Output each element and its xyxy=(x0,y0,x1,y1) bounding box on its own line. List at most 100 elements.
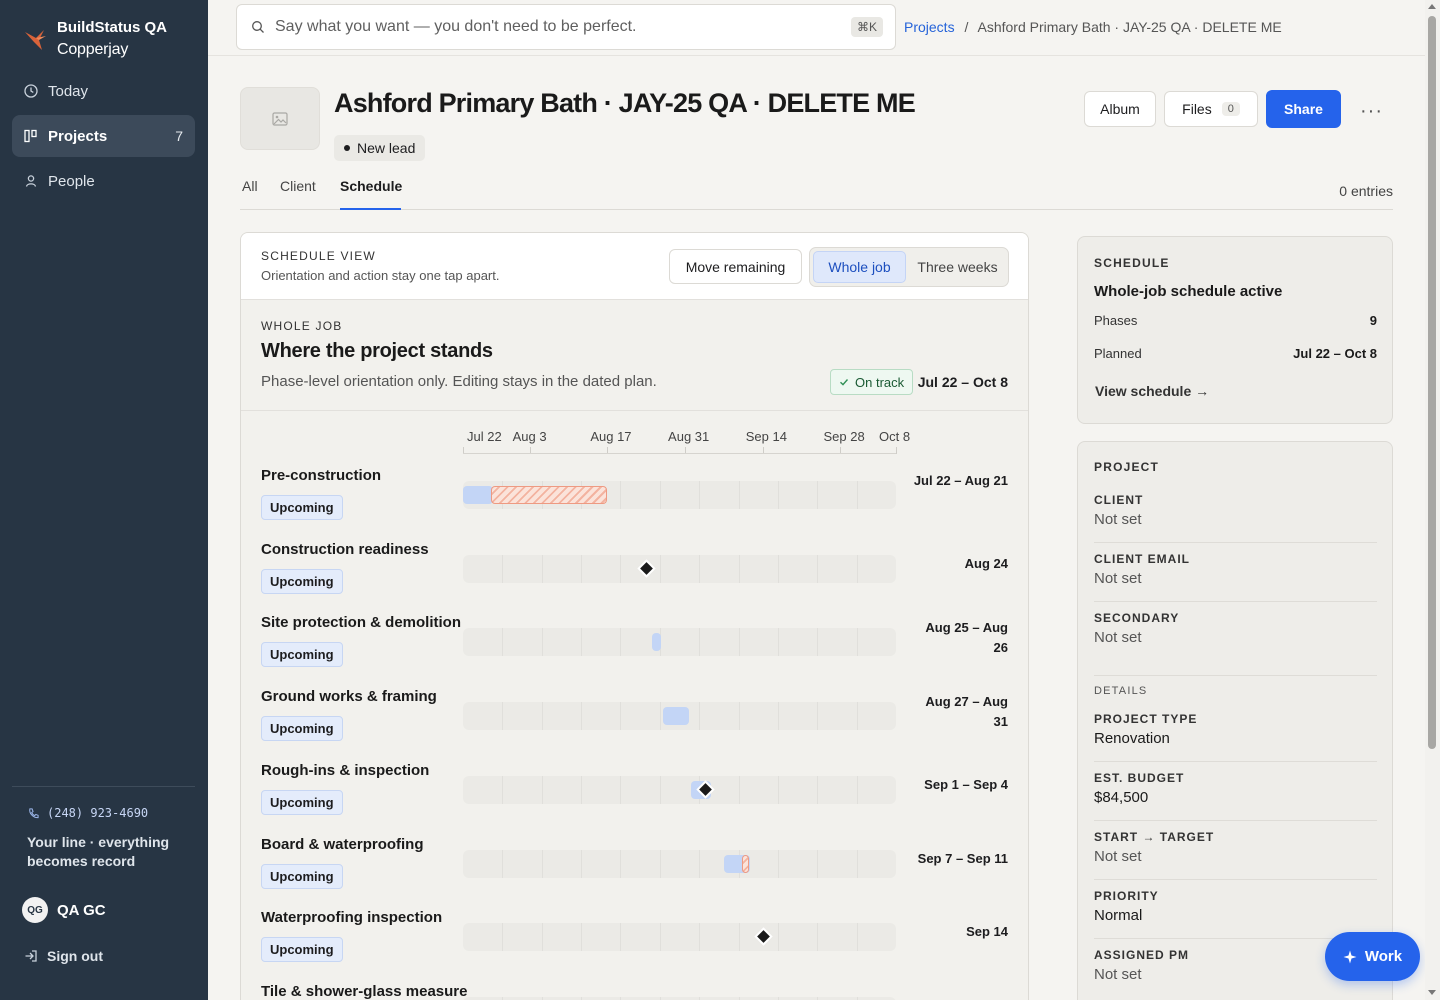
gantt-gridline xyxy=(541,554,543,583)
phase-name: Board & waterproofing xyxy=(261,835,424,853)
phase-date-range: Aug 27 – Aug 31 xyxy=(925,694,1008,730)
sidebar: BuildStatus QA Copperjay Today Projects … xyxy=(0,0,208,1000)
gantt-gridline xyxy=(620,923,622,952)
gantt-axis-line xyxy=(463,453,896,454)
sidebar-item-people[interactable]: People xyxy=(12,160,195,202)
gantt-gridline xyxy=(856,923,858,952)
sign-out-button[interactable]: Sign out xyxy=(24,948,103,964)
field-value: Not set xyxy=(1094,570,1142,587)
tab-client[interactable]: Client xyxy=(280,178,316,210)
gantt-gridline xyxy=(581,849,583,878)
gantt-tick-label: Oct 8 xyxy=(879,429,911,444)
schedule-view-subtitle: Orientation and action stay one tap apar… xyxy=(261,268,500,283)
sign-out-icon xyxy=(25,950,37,962)
phase-date-range: Aug 24 xyxy=(964,555,1008,571)
person-icon xyxy=(25,175,37,187)
milestone-diamond-icon[interactable] xyxy=(640,561,654,575)
budget-field[interactable]: EST. BUDGET $84,500 xyxy=(1094,771,1377,806)
field-label: START → TARGET xyxy=(1094,830,1215,844)
breadcrumb: Projects / Ashford Primary Bath · JAY-25… xyxy=(904,19,1282,35)
breadcrumb-projects-link[interactable]: Projects xyxy=(904,19,955,35)
gantt-bar-overdue[interactable] xyxy=(491,486,608,504)
gantt-gridline xyxy=(699,702,701,731)
phase-name: Ground works & framing xyxy=(261,688,437,706)
schedule-panel-eyebrow: SCHEDULE xyxy=(1094,256,1170,270)
field-divider xyxy=(1094,761,1377,762)
status-badge[interactable]: New lead xyxy=(334,135,426,161)
gantt-gridline xyxy=(738,775,740,804)
project-type-field[interactable]: PROJECT TYPE Renovation xyxy=(1094,712,1377,747)
three-weeks-mode-button[interactable]: Three weeks xyxy=(910,251,1005,283)
gantt-bar[interactable] xyxy=(651,633,661,652)
user-name: QA GC xyxy=(57,901,106,919)
phase-date-range: Sep 14 xyxy=(966,924,1008,940)
more-options-icon[interactable]: ··· xyxy=(1360,100,1383,123)
user-account[interactable]: QG QA GC xyxy=(22,897,106,923)
secondary-field[interactable]: SECONDARY Not set xyxy=(1094,611,1377,646)
client-email-field[interactable]: CLIENT EMAIL Not set xyxy=(1094,552,1377,587)
clock-icon xyxy=(24,84,38,98)
gantt-tick-label: Aug 3 xyxy=(512,429,547,444)
gantt-gridline xyxy=(659,554,661,583)
field-label: CLIENT EMAIL xyxy=(1094,552,1190,566)
gantt-gridline xyxy=(777,628,779,657)
on-track-label: On track xyxy=(855,374,905,390)
shortcut-hint: ⌘K xyxy=(850,17,883,37)
view-schedule-link[interactable]: View schedule → xyxy=(1095,383,1209,399)
work-label: Work xyxy=(1364,948,1403,965)
field-divider xyxy=(1094,601,1377,602)
gantt-track xyxy=(463,702,896,731)
project-tabs: All Client Schedule 0 entries xyxy=(240,178,1393,210)
tab-all[interactable]: All xyxy=(242,178,258,210)
milestone-diamond-icon[interactable] xyxy=(756,930,770,944)
gantt-gridline xyxy=(817,628,819,657)
gantt-bar-overdue[interactable] xyxy=(741,854,749,873)
gantt-gridline xyxy=(659,702,661,731)
phone-line[interactable]: (248) 923-4690 xyxy=(28,806,148,820)
field-value: Normal xyxy=(1094,907,1143,924)
gantt-gridline xyxy=(738,554,740,583)
scroll-thumb[interactable] xyxy=(1428,16,1436,749)
work-assistant-button[interactable]: Work xyxy=(1325,932,1420,981)
brand[interactable]: BuildStatus QA Copperjay xyxy=(22,16,167,58)
scrollbar[interactable] xyxy=(1425,0,1440,1000)
gantt-gridline xyxy=(581,923,583,952)
gantt-gridline xyxy=(777,702,779,731)
share-button[interactable]: Share xyxy=(1266,90,1341,128)
schedule-card: SCHEDULE VIEW Orientation and action sta… xyxy=(240,232,1029,1000)
status-label: New lead xyxy=(357,140,416,156)
album-button[interactable]: Album xyxy=(1084,91,1156,127)
command-search-input[interactable]: Say what you want — you don't need to be… xyxy=(236,4,896,50)
project-thumbnail[interactable] xyxy=(240,87,320,150)
gantt-gridline xyxy=(502,849,504,878)
gantt-gridline xyxy=(738,702,740,731)
tab-schedule[interactable]: Schedule xyxy=(340,178,402,210)
gantt-bar[interactable] xyxy=(662,707,689,726)
image-placeholder-icon xyxy=(272,111,288,126)
field-value: Renovation xyxy=(1094,730,1170,747)
client-field[interactable]: CLIENT Not set xyxy=(1094,493,1377,528)
on-track-badge: On track xyxy=(830,369,914,395)
whole-job-mode-button[interactable]: Whole job xyxy=(813,251,907,283)
move-remaining-button[interactable]: Move remaining xyxy=(669,249,802,284)
gantt-gridline xyxy=(541,628,543,657)
gantt-gridline xyxy=(541,775,543,804)
sidebar-item-today[interactable]: Today xyxy=(12,70,195,112)
field-label: CLIENT xyxy=(1094,493,1144,507)
gantt-gridline xyxy=(659,923,661,952)
priority-field[interactable]: PRIORITY Normal xyxy=(1094,889,1377,924)
gantt-tick-mark xyxy=(896,447,897,454)
search-icon xyxy=(252,21,264,33)
scroll-up-icon[interactable] xyxy=(1428,4,1436,9)
field-label: EST. BUDGET xyxy=(1094,771,1185,785)
scroll-down-icon[interactable] xyxy=(1428,990,1436,995)
field-value: Not set xyxy=(1094,511,1142,528)
phases-label: Phases xyxy=(1094,313,1138,328)
gantt-bar[interactable] xyxy=(463,486,493,504)
gantt-gridline xyxy=(620,702,622,731)
sidebar-item-projects[interactable]: Projects 7 xyxy=(12,115,195,157)
phase-date-range: Sep 7 – Sep 11 xyxy=(917,850,1008,866)
files-button[interactable]: Files 0 xyxy=(1164,91,1258,127)
view-mode-toggle: Whole job Three weeks xyxy=(809,247,1009,287)
start-target-field[interactable]: START → TARGET Not set xyxy=(1094,830,1377,865)
